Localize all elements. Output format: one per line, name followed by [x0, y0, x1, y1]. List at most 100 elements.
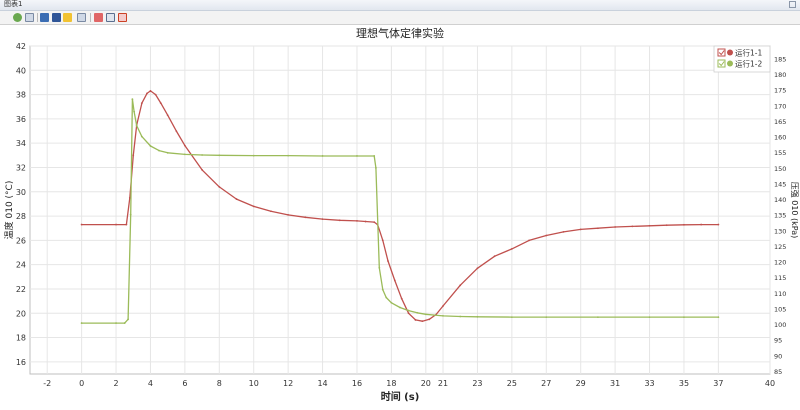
legend-marker [727, 60, 733, 67]
data-point [159, 102, 162, 104]
data-point [381, 239, 384, 242]
data-point [414, 319, 417, 321]
data-point [385, 296, 388, 299]
data-point [235, 198, 238, 200]
data-point [597, 227, 599, 230]
data-point [218, 154, 221, 157]
data-point [631, 225, 634, 228]
x-tick-label: 25 [507, 379, 517, 388]
settings-icon[interactable] [118, 13, 127, 22]
window-titlebar: 图表1 [0, 0, 800, 11]
data-point [80, 223, 83, 226]
data-point [545, 234, 548, 237]
x-tick-label: 18 [386, 379, 396, 388]
x-tick-label: 21 [438, 379, 448, 388]
data-point [459, 284, 462, 287]
y-left-tick-label: 26 [16, 236, 26, 245]
data-point [459, 315, 462, 318]
data-point [717, 316, 720, 319]
data-point [510, 316, 513, 319]
data-point [390, 301, 393, 304]
refresh-icon[interactable] [13, 13, 22, 22]
legend-checkbox [717, 59, 726, 68]
back-icon[interactable] [4, 13, 13, 22]
data-point [393, 279, 396, 282]
data-point [510, 247, 513, 250]
cursor-icon[interactable] [63, 13, 72, 22]
data-point [140, 102, 143, 104]
y-left-tick-label: 24 [16, 261, 26, 270]
x-tick-label: 31 [610, 379, 620, 388]
y-right-tick-label: 150 [774, 165, 786, 173]
data-point [579, 228, 582, 231]
data-point [80, 322, 83, 324]
x-tick-label: 40 [765, 379, 775, 388]
data-point [338, 219, 341, 222]
data-point [133, 110, 136, 113]
x-tick-label: 12 [283, 379, 293, 388]
data-point [158, 149, 160, 152]
data-point [149, 90, 152, 92]
data-point [717, 223, 720, 226]
data-point [416, 311, 419, 314]
grid-icon[interactable] [94, 13, 103, 22]
y-right-tick-label: 165 [774, 118, 786, 126]
y-right-tick-label: 185 [774, 55, 786, 63]
data-point [407, 309, 410, 312]
x-tick-label: 35 [679, 379, 689, 388]
data-point [287, 213, 290, 216]
data-point [381, 288, 384, 291]
data-point [648, 316, 651, 319]
y-left-tick-label: 38 [16, 91, 26, 100]
table-icon[interactable] [106, 13, 115, 22]
x-tick-label: -2 [43, 379, 51, 388]
data-point [356, 155, 358, 157]
data-point [166, 151, 169, 154]
data-point [493, 255, 496, 258]
y-right-tick-label: 135 [774, 212, 786, 220]
y-right-tick-label: 170 [774, 102, 786, 110]
data-point [175, 130, 178, 132]
y-left-tick-label: 16 [16, 358, 26, 367]
x-tick-label: 23 [472, 379, 482, 388]
legend-label: 运行1-2 [735, 59, 762, 69]
y-right-tick-label: 160 [774, 134, 786, 142]
line-chart: -2 0 2 4 6 8 10 12 14 16 18 20 21 23 25 27 29 31 33 35 37 401… [3, 26, 799, 403]
data-point [356, 220, 358, 222]
data-point [218, 186, 221, 188]
export-icon[interactable] [77, 13, 86, 22]
y-right-tick-label: 85 [774, 368, 782, 376]
data-point [270, 210, 272, 213]
data-point [378, 266, 381, 269]
data-point [154, 93, 157, 96]
data-point [140, 135, 143, 138]
data-point [614, 226, 617, 228]
data-point [129, 213, 132, 216]
data-point [364, 220, 367, 223]
y-left-tick-label: 30 [16, 188, 26, 197]
legend-marker [727, 49, 733, 56]
x-tick-label: 29 [576, 379, 586, 388]
data-point [399, 306, 401, 309]
chart-area: -2 0 2 4 6 8 10 12 14 16 18 20 21 23 25 27 29 31 33 35 37 40 1… [0, 24, 800, 406]
legend-label: 运行1-1 [735, 48, 762, 58]
y-right-tick-label: 155 [774, 149, 786, 157]
y-right-tick-label: 130 [774, 227, 786, 235]
y-right-axis-label: 压强 010 (kPa) [790, 182, 799, 239]
y-left-tick-label: 40 [16, 66, 26, 75]
zoom-icon[interactable] [25, 13, 34, 22]
y-right-tick-label: 145 [774, 180, 786, 188]
chart-type-icon[interactable] [40, 13, 49, 22]
y-left-tick-label: 42 [16, 42, 26, 51]
legend-checkbox [717, 48, 726, 57]
data-point [135, 124, 138, 127]
data-point [123, 322, 126, 324]
y-right-tick-label: 125 [774, 243, 786, 251]
x-tick-label: 8 [217, 379, 222, 388]
maximize-icon[interactable] [789, 1, 796, 8]
x-tick-label: 16 [352, 379, 362, 388]
y-left-tick-label: 36 [16, 115, 26, 124]
chart-title: 理想气体定律实验 [356, 26, 444, 40]
monitor-icon[interactable] [52, 13, 61, 22]
data-point [421, 320, 424, 323]
